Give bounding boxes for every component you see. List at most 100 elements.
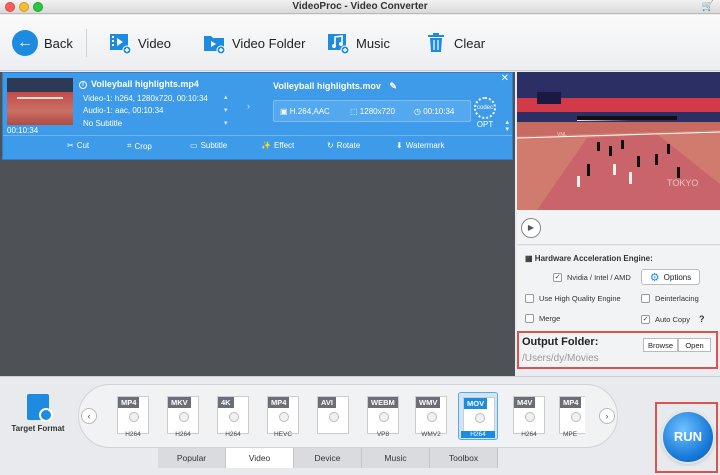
format-reel-icon bbox=[525, 412, 535, 422]
format-codec: WMV2 bbox=[421, 431, 441, 438]
format-mp4-mpeg[interactable]: MP4 MPE bbox=[555, 392, 585, 440]
arrow-right-icon: › bbox=[247, 101, 250, 111]
output-folder-title: Output Folder: bbox=[522, 336, 599, 348]
rotate-icon: ↻ bbox=[327, 141, 334, 150]
clear-button[interactable]: Clear bbox=[424, 29, 485, 57]
tab-video[interactable]: Video bbox=[226, 448, 294, 468]
auto-copy-label: Auto Copy bbox=[655, 314, 691, 324]
video-preview[interactable]: TOKYO VNL bbox=[517, 72, 720, 210]
cut-button[interactable]: ✂ Cut bbox=[67, 141, 89, 150]
format-file-icon: MP4 bbox=[559, 396, 585, 434]
options-button[interactable]: ⚙ Options bbox=[641, 269, 700, 285]
reorder-arrows-icon[interactable]: ▴ ▾ bbox=[505, 119, 509, 133]
format-mkv-h264[interactable]: MKV H264 bbox=[163, 392, 203, 440]
clear-label: Clear bbox=[454, 35, 486, 51]
empty-checkbox-icon bbox=[641, 294, 650, 303]
audio-track-label[interactable]: Audio-1: aac, 00:10:34 bbox=[83, 106, 164, 115]
film-icon: ▣ bbox=[280, 107, 288, 116]
resolution-value: 1280x720 bbox=[359, 107, 395, 116]
back-button[interactable]: ← Back bbox=[12, 29, 73, 57]
format-tag: MP4 bbox=[118, 397, 140, 408]
volleyball-court-image: TOKYO VNL bbox=[517, 72, 720, 210]
format-file-icon: 4K bbox=[217, 396, 249, 434]
crop-icon: ⌗ bbox=[127, 141, 132, 150]
auto-copy-checkbox[interactable]: ✓ Auto Copy ? bbox=[641, 314, 705, 324]
format-file-icon: WMV bbox=[415, 396, 447, 434]
effect-label: Effect bbox=[273, 141, 295, 150]
video-thumbnail[interactable] bbox=[7, 78, 73, 125]
empty-checkbox-icon bbox=[525, 314, 534, 323]
codec-options-button[interactable]: codec OPT bbox=[471, 97, 499, 131]
hardware-title-text: Hardware Acceleration Engine: bbox=[534, 254, 653, 263]
format-m4v-h264[interactable]: M4V H264 bbox=[509, 392, 549, 440]
tab-music[interactable]: Music bbox=[362, 448, 430, 468]
format-file-icon: M4V bbox=[513, 396, 545, 434]
format-mp4-hevc[interactable]: MP4 HEVC bbox=[263, 392, 303, 440]
deinterlacing-checkbox[interactable]: Deinterlacing bbox=[641, 294, 699, 303]
play-icon[interactable]: ▶ bbox=[521, 218, 541, 238]
subtitle-edit-label: Subtitle bbox=[200, 141, 228, 150]
duration-value: 00:10:34 bbox=[423, 107, 455, 116]
chevron-left-icon[interactable]: ‹ bbox=[81, 408, 97, 424]
format-file-icon: MP4 bbox=[267, 396, 299, 434]
tab-toolbox[interactable]: Toolbox bbox=[430, 448, 498, 468]
remove-task-icon[interactable]: ✕ bbox=[501, 73, 509, 84]
format-mp4-h264[interactable]: MP4 H264 bbox=[113, 392, 153, 440]
format-file-icon: WEBM bbox=[367, 396, 399, 434]
subtitle-dropdown-icon[interactable]: ▾ bbox=[224, 119, 228, 127]
video-track-dropdown-icon[interactable]: ▴ bbox=[224, 93, 228, 101]
format-avi[interactable]: AVI bbox=[313, 392, 353, 440]
target-format-icon bbox=[27, 394, 53, 422]
crop-label: Crop bbox=[134, 141, 152, 151]
add-video-icon bbox=[110, 34, 132, 55]
run-highlight: RUN bbox=[655, 402, 718, 473]
checkmark-icon: ✓ bbox=[641, 314, 650, 324]
audio-track-dropdown-icon[interactable]: ▾ bbox=[224, 106, 228, 114]
format-codec: H264 bbox=[225, 431, 241, 438]
resolution-icon: ⬚ bbox=[350, 107, 358, 116]
format-file-icon: MP4 bbox=[117, 396, 149, 434]
playback-controls: ▶ bbox=[517, 210, 720, 245]
crop-button[interactable]: ⌗ Crop bbox=[127, 141, 152, 151]
cut-label: Cut bbox=[76, 141, 90, 150]
rotate-button[interactable]: ↻ Rotate bbox=[327, 141, 360, 150]
video-track-label[interactable]: Video-1: h264, 1280x720, 00:10:34 bbox=[83, 94, 208, 103]
deinterlacing-label: Deinterlacing bbox=[655, 294, 699, 303]
format-tag: MP4 bbox=[268, 397, 290, 408]
add-video-folder-button[interactable]: Video Folder bbox=[202, 29, 305, 57]
format-webm-vp8[interactable]: WEBM VP8 bbox=[363, 392, 403, 440]
back-label: Back bbox=[44, 35, 73, 51]
help-icon[interactable]: ? bbox=[699, 314, 705, 324]
format-tag: MOV bbox=[464, 398, 488, 409]
format-codec: MPE bbox=[562, 431, 578, 438]
info-icon[interactable]: i bbox=[79, 80, 87, 89]
format-4k-h264[interactable]: 4K H264 bbox=[213, 392, 253, 440]
subtitle-button[interactable]: ▭ Subtitle bbox=[190, 141, 227, 150]
format-mov-h264-selected[interactable]: MOV H264 bbox=[458, 392, 498, 440]
watermark-button[interactable]: ⬇ Watermark bbox=[396, 141, 445, 150]
add-music-button[interactable]: Music bbox=[326, 29, 390, 57]
target-format-button[interactable]: Target Format bbox=[8, 394, 68, 433]
effect-button[interactable]: ✨ Effect bbox=[261, 141, 294, 150]
format-tag: MKV bbox=[168, 397, 191, 408]
high-quality-checkbox[interactable]: Use High Quality Engine bbox=[525, 294, 621, 303]
merge-checkbox[interactable]: Merge bbox=[525, 314, 560, 323]
run-button[interactable]: RUN bbox=[663, 412, 713, 462]
tab-popular[interactable]: Popular bbox=[158, 448, 226, 468]
chevron-right-icon[interactable]: › bbox=[599, 408, 615, 424]
subtitle-label[interactable]: No Subtitle bbox=[83, 119, 122, 128]
task-item[interactable]: 00:10:34 i Volleyball highlights.mp4 Vide… bbox=[2, 72, 513, 160]
browse-button[interactable]: Browse bbox=[643, 338, 678, 352]
codec-gear-icon: codec bbox=[474, 97, 496, 119]
cart-icon[interactable]: 🛒 bbox=[702, 1, 714, 12]
add-video-button[interactable]: Video bbox=[108, 29, 171, 57]
nvidia-checkbox[interactable]: ✓ Nvidia / Intel / AMD bbox=[553, 273, 631, 282]
toolbar-divider bbox=[86, 29, 87, 57]
format-wmv-wmv2[interactable]: WMV WMV2 bbox=[411, 392, 451, 440]
rename-pencil-icon[interactable]: ✎ bbox=[389, 81, 397, 91]
target-format-label: Target Format bbox=[11, 424, 65, 433]
format-tag: 4K bbox=[218, 397, 234, 408]
open-button[interactable]: Open bbox=[678, 338, 711, 352]
output-folder-path[interactable]: /Users/dy/Movies bbox=[522, 353, 599, 364]
tab-device[interactable]: Device bbox=[294, 448, 362, 468]
